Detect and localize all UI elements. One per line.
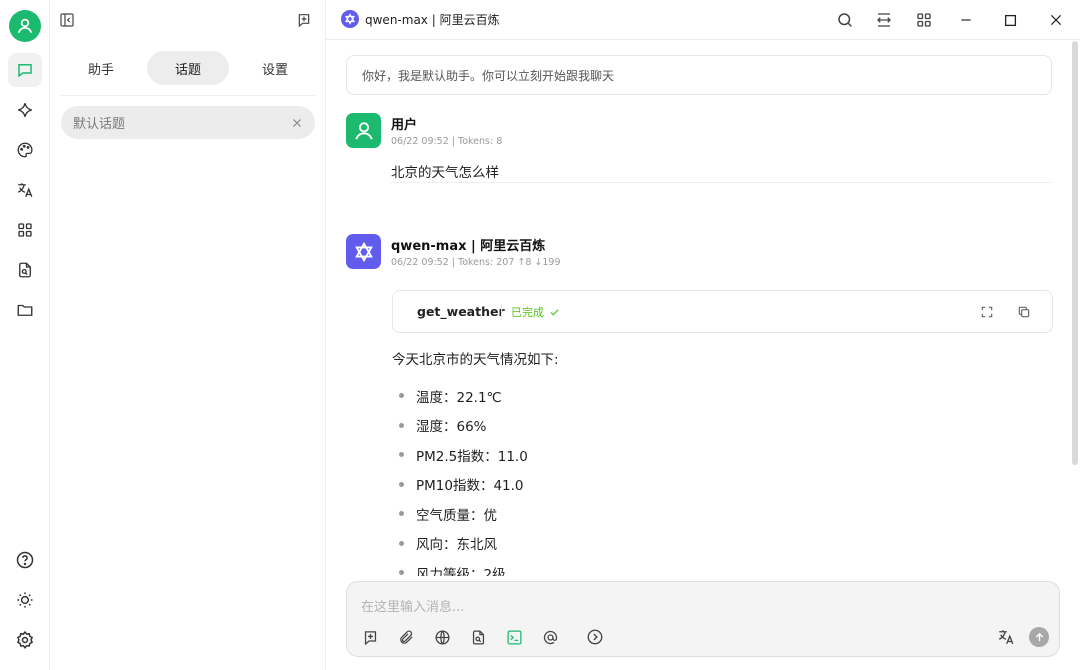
- chat-topbar: qwen-max | 阿里云百炼: [326, 0, 1080, 40]
- list-item: 湿度：66%: [396, 411, 796, 441]
- expand-width-icon[interactable]: [874, 10, 894, 30]
- file-search-icon[interactable]: [8, 253, 42, 287]
- grid-icon[interactable]: [914, 10, 934, 30]
- model-logo-icon: [354, 241, 373, 262]
- fullscreen-icon[interactable]: [978, 303, 996, 321]
- ai-message-avatar: [346, 234, 381, 269]
- weather-list: 温度：22.1℃ 湿度：66% PM2.5指数：11.0 PM10指数：41.0…: [396, 381, 796, 576]
- new-topic-icon[interactable]: [294, 10, 314, 30]
- user-message-meta: 06/22 09:52 | Tokens: 8: [391, 136, 503, 147]
- topic-label: 默认话题: [73, 117, 126, 132]
- list-item: 温度：22.1℃: [396, 381, 796, 411]
- message-input-box[interactable]: 在这里输入消息...: [346, 581, 1060, 657]
- list-item: PM10指数：41.0: [396, 470, 796, 500]
- tab-assistant[interactable]: 助手: [60, 51, 142, 85]
- tool-name: get_weather: [417, 304, 505, 319]
- minimize-icon[interactable]: [956, 10, 976, 30]
- message-divider: [391, 182, 1052, 183]
- copy-icon[interactable]: [1015, 303, 1033, 321]
- theme-icon[interactable]: [8, 583, 42, 617]
- web-search-icon[interactable]: [432, 627, 452, 647]
- user-avatar[interactable]: [9, 10, 41, 42]
- scrollbar[interactable]: [1072, 41, 1078, 465]
- send-button[interactable]: [1029, 627, 1049, 647]
- tool-call-card[interactable]: get_weather 已完成: [392, 290, 1053, 333]
- topic-panel: 助手 话题 设置 默认话题: [50, 0, 326, 670]
- user-icon: [354, 121, 373, 140]
- tab-topics[interactable]: 话题: [147, 51, 229, 85]
- close-window-icon[interactable]: [1046, 10, 1066, 30]
- close-icon[interactable]: [291, 117, 303, 129]
- user-message-text: 北京的天气怎么样: [391, 165, 499, 181]
- panel-tabs: 助手 话题 设置: [60, 50, 316, 86]
- list-item: 风向：东北风: [396, 529, 796, 559]
- terminal-icon[interactable]: [504, 627, 524, 647]
- maximize-icon[interactable]: [1000, 10, 1020, 30]
- chevron-right-circle-icon[interactable]: [585, 627, 605, 647]
- check-icon: [550, 308, 559, 316]
- tool-status-label: 已完成: [511, 306, 544, 319]
- sparkle-icon[interactable]: [8, 93, 42, 127]
- list-item: 风力等级：2级: [396, 558, 796, 576]
- user-message-avatar: [346, 113, 381, 148]
- chat-icon[interactable]: [8, 53, 42, 87]
- tool-separator: [501, 304, 502, 320]
- model-selector[interactable]: qwen-max | 阿里云百炼: [341, 10, 500, 28]
- list-item: PM2.5指数：11.0: [396, 440, 796, 470]
- user-message-name: 用户: [391, 118, 418, 133]
- new-topic-icon[interactable]: [360, 627, 380, 647]
- palette-icon[interactable]: [8, 133, 42, 167]
- collapse-sidebar-icon[interactable]: [57, 10, 77, 30]
- user-icon: [17, 18, 33, 34]
- folder-icon[interactable]: [8, 293, 42, 327]
- tabs-divider: [60, 95, 316, 96]
- translate-icon[interactable]: [8, 173, 42, 207]
- arrow-up-icon: [1035, 632, 1043, 641]
- topic-item-default[interactable]: 默认话题: [61, 106, 315, 139]
- ai-message-name: qwen-max | 阿里云百炼: [391, 239, 546, 254]
- search-icon[interactable]: [835, 10, 855, 30]
- list-item: 空气质量：优: [396, 499, 796, 529]
- ai-message-intro: 今天北京市的天气情况如下:: [392, 352, 559, 368]
- knowledge-icon[interactable]: [468, 627, 488, 647]
- model-logo-icon: [341, 10, 359, 28]
- tab-settings[interactable]: 设置: [234, 51, 316, 85]
- help-icon[interactable]: [8, 543, 42, 577]
- attachment-icon[interactable]: [396, 627, 416, 647]
- apps-icon[interactable]: [8, 213, 42, 247]
- ai-message-meta: 06/22 09:52 | Tokens: 207 ↑8 ↓199: [391, 257, 561, 268]
- greeting-message: 你好，我是默认助手。你可以立刻开始跟我聊天: [346, 55, 1052, 95]
- mention-icon[interactable]: [540, 627, 560, 647]
- translate-icon[interactable]: [996, 627, 1016, 647]
- icon-rail: [0, 0, 50, 670]
- model-name: qwen-max | 阿里云百炼: [365, 12, 500, 27]
- tool-status: 已完成: [511, 304, 560, 320]
- settings-icon[interactable]: [8, 623, 42, 657]
- message-input[interactable]: 在这里输入消息...: [361, 596, 464, 615]
- chat-area: 你好，我是默认助手。你可以立刻开始跟我聊天 用户 06/22 09:52 | T…: [326, 41, 1080, 576]
